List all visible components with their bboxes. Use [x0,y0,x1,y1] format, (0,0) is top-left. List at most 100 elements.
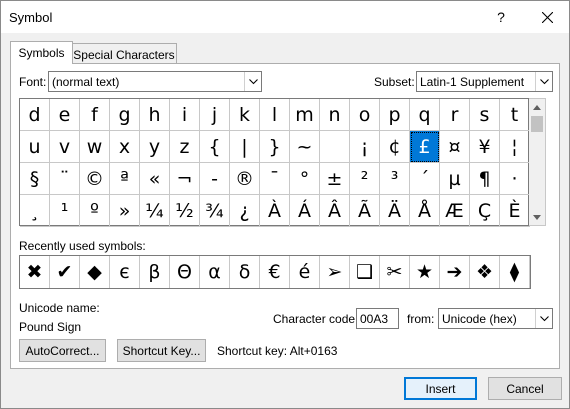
cancel-button[interactable]: Cancel [488,377,562,400]
character-code-input[interactable] [356,308,399,329]
symbol-cell[interactable]: z [170,131,200,163]
symbol-cell[interactable]: } [260,131,290,163]
symbol-cell[interactable]: { [200,131,230,163]
recent-symbol-cell[interactable]: ◆ [80,256,110,288]
symbol-cell[interactable]: p [380,99,410,131]
symbol-cell[interactable]: ± [320,163,350,195]
tab-special-characters[interactable]: Special Characters [71,43,177,65]
recent-symbol-cell[interactable]: € [260,256,290,288]
from-select[interactable]: Unicode (hex) [438,308,553,329]
symbol-cell[interactable]: º [80,195,110,227]
symbol-cell[interactable]: ½ [170,195,200,227]
recent-symbol-cell[interactable]: ✂ [380,256,410,288]
symbol-cell[interactable]: ~ [290,131,320,163]
autocorrect-button[interactable]: AutoCorrect... [19,339,106,362]
symbol-cell[interactable]: x [110,131,140,163]
symbol-cell[interactable]: ® [230,163,260,195]
symbol-cell[interactable]: v [50,131,80,163]
recent-symbol-cell[interactable]: ✔ [50,256,80,288]
font-select[interactable]: (normal text) [48,71,262,92]
symbol-cell[interactable]: f [80,99,110,131]
symbol-cell[interactable]: r [440,99,470,131]
symbol-cell[interactable]: ¨ [50,163,80,195]
subset-select[interactable]: Latin-1 Supplement [416,71,553,92]
subset-dropdown-button[interactable] [535,72,552,91]
shortcut-key-button[interactable]: Shortcut Key... [117,339,206,362]
recent-symbol-cell[interactable]: α [200,256,230,288]
symbol-cell[interactable] [320,131,350,163]
symbol-cell[interactable]: ¼ [140,195,170,227]
symbol-cell[interactable]: j [200,99,230,131]
symbol-cell[interactable]: £ [410,131,440,163]
symbol-cell[interactable]: ¾ [200,195,230,227]
recent-symbol-cell[interactable]: ➔ [440,256,470,288]
symbol-cell[interactable]: l [260,99,290,131]
symbol-cell[interactable]: ¿ [230,195,260,227]
symbol-cell[interactable]: | [230,131,260,163]
scroll-down-button[interactable] [529,209,545,225]
symbol-cell[interactable]: o [350,99,380,131]
symbol-cell[interactable]: © [80,163,110,195]
recent-symbol-cell[interactable]: ✖ [20,256,50,288]
symbol-cell[interactable]: k [230,99,260,131]
symbol-cell[interactable]: ´ [410,163,440,195]
symbol-cell[interactable]: À [260,195,290,227]
symbol-cell[interactable]: Ç [470,195,500,227]
symbol-cell[interactable]: w [80,131,110,163]
recent-symbol-cell[interactable]: ★ [410,256,440,288]
font-dropdown-button[interactable] [244,72,261,91]
symbol-cell[interactable]: Å [410,195,440,227]
symbol-cell[interactable]: · [500,163,530,195]
close-button[interactable] [527,1,567,33]
symbol-cell[interactable]: ¦ [500,131,530,163]
symbol-cell[interactable]: Á [290,195,320,227]
symbol-cell[interactable]: m [290,99,320,131]
symbol-grid-scrollbar[interactable] [529,98,546,226]
symbol-cell[interactable]: » [110,195,140,227]
symbol-cell[interactable]: ² [350,163,380,195]
symbol-cell[interactable]: h [140,99,170,131]
symbol-cell[interactable]: ³ [380,163,410,195]
recent-symbol-cell[interactable]: ❑ [350,256,380,288]
scroll-up-button[interactable] [529,99,545,115]
symbol-cell[interactable]: È [500,195,530,227]
symbol-cell[interactable]: Æ [440,195,470,227]
symbol-cell[interactable]: n [320,99,350,131]
symbol-cell[interactable]: s [470,99,500,131]
symbol-cell[interactable]: ° [290,163,320,195]
symbol-cell[interactable]: t [500,99,530,131]
symbol-cell[interactable]: ¢ [380,131,410,163]
symbol-cell[interactable]: ¶ [470,163,500,195]
symbol-cell[interactable]: ª [110,163,140,195]
symbol-cell[interactable]: - [200,163,230,195]
recent-symbol-cell[interactable]: Θ [170,256,200,288]
symbol-cell[interactable]: g [110,99,140,131]
symbol-cell[interactable]: ¹ [50,195,80,227]
symbol-cell[interactable]: § [20,163,50,195]
symbol-cell[interactable]: q [410,99,440,131]
scrollbar-thumb[interactable] [531,116,543,132]
symbol-cell[interactable]: i [170,99,200,131]
symbol-cell[interactable]: ¤ [440,131,470,163]
recent-symbol-cell[interactable]: β [140,256,170,288]
symbol-cell[interactable]: ¥ [470,131,500,163]
recent-symbol-cell[interactable]: é [290,256,320,288]
symbol-cell[interactable]: ¬ [170,163,200,195]
symbol-cell[interactable]: u [20,131,50,163]
recent-symbol-cell[interactable]: ❖ [470,256,500,288]
symbol-cell[interactable]: ¡ [350,131,380,163]
symbol-cell[interactable]: Ä [380,195,410,227]
symbol-cell[interactable]: µ [440,163,470,195]
symbol-cell[interactable]: ¯ [260,163,290,195]
symbol-cell[interactable]: e [50,99,80,131]
from-dropdown-button[interactable] [535,309,552,328]
symbol-cell[interactable]: ¸ [20,195,50,227]
insert-button[interactable]: Insert [404,377,477,400]
symbol-cell[interactable]: d [20,99,50,131]
character-code-field[interactable] [357,309,398,328]
recent-symbol-cell[interactable]: ➢ [320,256,350,288]
recent-symbol-cell[interactable]: ⧫ [500,256,530,288]
recent-symbol-cell[interactable]: є [110,256,140,288]
symbol-cell[interactable]: « [140,163,170,195]
symbol-cell[interactable]: y [140,131,170,163]
